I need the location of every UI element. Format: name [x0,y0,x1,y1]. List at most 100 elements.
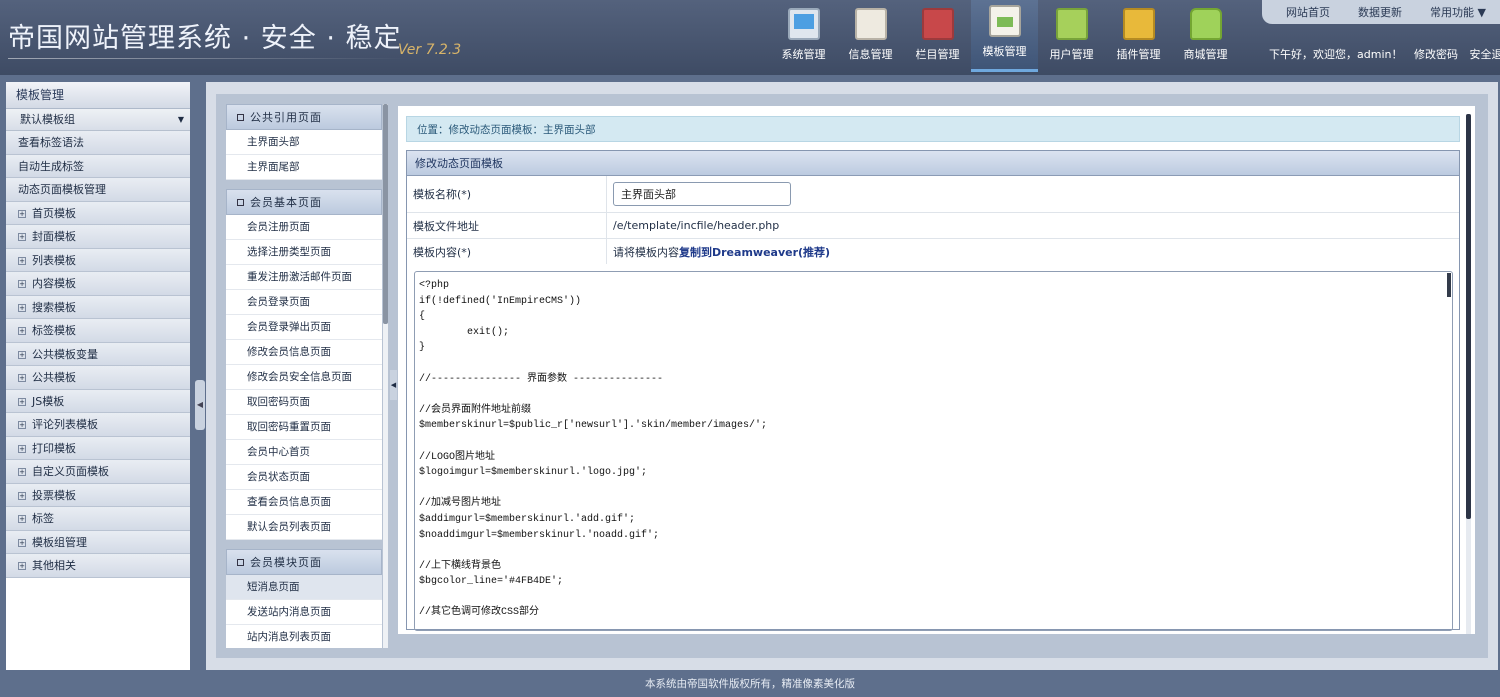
copy-hint-text: 请将模板内容 [613,245,679,259]
sidebar-item-group-manage[interactable]: + 模板组管理 [6,530,190,554]
sidebar-item-print-template[interactable]: + 打印模板 [6,436,190,460]
sidebar-item-content-template[interactable]: + 内容模板 [6,272,190,296]
expand-icon: + [18,374,26,382]
list-item[interactable]: 取回密码页面 [226,390,382,415]
expand-icon: + [18,233,26,241]
sidebar-item-dynamic-page[interactable]: 动态页面模板管理 [6,178,190,202]
sidebar-item-custom-page[interactable]: + 自定义页面模板 [6,460,190,484]
nav-label: 栏目管理 [915,48,960,61]
sidebar-item-label: 评论列表模板 [32,418,98,431]
cabinet-icon [1055,8,1088,40]
data-update-link[interactable]: 数据更新 [1358,4,1402,20]
monitor-icon [787,8,820,40]
page-group-title[interactable]: 会员基本页面 [226,189,382,215]
sidebar-item-search-template[interactable]: + 搜索模板 [6,295,190,319]
book-icon [921,8,954,40]
expand-icon: + [18,562,26,570]
template-group-select[interactable]: 默认模板组 [6,109,190,131]
top-navigation: 系统管理 信息管理 栏目管理 模板管理 用户管理 插件管理 商城管理 [770,0,1239,75]
site-home-link[interactable]: 网站首页 [1286,4,1330,20]
list-item[interactable]: 主界面尾部 [226,155,382,180]
sidebar-item-list-template[interactable]: + 列表模板 [6,248,190,272]
sidebar-item-public-template[interactable]: + 公共模板 [6,366,190,390]
sidebar-title: 模板管理 [6,82,190,109]
template-name-input[interactable] [613,182,791,206]
box-icon [1122,8,1155,40]
list-item[interactable]: 修改会员安全信息页面 [226,365,382,390]
expand-icon: + [18,303,26,312]
nav-template[interactable]: 模板管理 [971,0,1038,72]
expand-icon: + [18,491,26,500]
list-item[interactable]: 取回密码重置页面 [226,415,382,440]
page-group-title[interactable]: 公共引用页面 [226,104,382,130]
sidebar-item-tag-template[interactable]: + 标签模板 [6,319,190,343]
code-scrollbar-thumb[interactable] [1447,273,1451,297]
list-item[interactable]: 主界面头部 [226,130,382,155]
list-item[interactable]: 修改会员信息页面 [226,340,382,365]
page-group: 会员模块页面 短消息页面 发送站内消息页面 站内消息列表页面 [226,549,382,648]
sidebar-item-comment-template[interactable]: + 评论列表模板 [6,413,190,437]
list-item[interactable]: 会员注册页面 [226,215,382,240]
sidebar-item-label: 投票模板 [32,488,76,502]
breadcrumb: 位置：修改动态页面模板：主界面头部 [406,116,1460,142]
nav-plugin[interactable]: 插件管理 [1105,0,1172,72]
sidebar-item-auto-tag[interactable]: 自动生成标签 [6,154,190,178]
list-item[interactable]: 会员状态页面 [226,465,382,490]
list-item[interactable]: 站内消息列表页面 [226,625,382,648]
change-password-link[interactable]: 修改密码 [1414,48,1458,61]
list-item[interactable]: 重发注册激活邮件页面 [226,265,382,290]
sidebar-item-vote-template[interactable]: + 投票模板 [6,483,190,507]
nav-user[interactable]: 用户管理 [1038,0,1105,72]
nav-column[interactable]: 栏目管理 [904,0,971,72]
nav-label: 系统管理 [781,48,826,61]
sidebar-item-index-template[interactable]: + 首页模板 [6,201,190,225]
sidebar-item-others[interactable]: + 其他相关 [6,554,190,578]
form-row-file: 模板文件地址 /e/template/incfile/header.php [407,213,1459,239]
sidebar-item-label: JS模板 [32,394,65,408]
nav-label: 插件管理 [1116,48,1161,61]
nav-label: 商城管理 [1183,48,1228,61]
content-scrollbar-thumb[interactable] [1466,114,1471,519]
logout-link[interactable]: 安全退出 [1469,48,1500,61]
list-item[interactable]: 发送站内消息页面 [226,600,382,625]
collapse-list-handle[interactable]: ◀ [390,370,397,400]
list-item[interactable]: 会员中心首页 [226,440,382,465]
copy-to-dreamweaver-link[interactable]: 复制到Dreamweaver(推荐) [679,244,830,260]
nav-shop[interactable]: 商城管理 [1172,0,1239,72]
content-label: 模板内容(*) [407,239,607,264]
sidebar-item-js-template[interactable]: + JS模板 [6,389,190,413]
list-item[interactable]: 会员登录页面 [226,290,382,315]
sidebar-item-cover-template[interactable]: + 封面模板 [6,225,190,249]
name-value-cell [607,176,1459,212]
nav-label: 用户管理 [1049,48,1094,61]
expand-icon: + [18,444,26,453]
page-group-title[interactable]: 会员模块页面 [226,549,382,575]
logo-divider [8,58,408,59]
nav-label: 信息管理 [848,48,893,61]
collapse-sidebar-handle[interactable]: ◀ [195,380,205,430]
sidebar-item-label: 内容模板 [32,277,76,290]
code-scrollbar-track[interactable] [1447,273,1451,629]
list-item[interactable]: 默认会员列表页面 [226,515,382,540]
list-scrollbar-thumb[interactable] [383,104,388,324]
header-bar: 帝国网站管理系统 · 安全 · 稳定 Ver 7.2.3 系统管理 信息管理 栏… [0,0,1500,75]
list-item[interactable]: 短消息页面 [226,575,382,600]
expand-icon: + [18,350,26,359]
template-code-textarea[interactable]: <?php if(!defined('InEmpireCMS')) { exit… [414,271,1453,631]
nav-info[interactable]: 信息管理 [837,0,904,72]
form-row-content: 模板内容(*) 请将模板内容 复制到Dreamweaver(推荐) [407,239,1459,264]
group-title-label: 会员基本页面 [250,196,322,209]
expand-icon: + [18,397,26,406]
top-links: 网站首页 数据更新 常用功能 ▼ [1262,0,1500,24]
common-functions-dropdown[interactable]: 常用功能 ▼ [1430,4,1486,20]
sidebar-item-tag-syntax[interactable]: 查看标签语法 [6,131,190,155]
sidebar-item-public-vars[interactable]: + 公共模板变量 [6,342,190,366]
sidebar-item-tags[interactable]: + 标签 [6,507,190,531]
list-item[interactable]: 查看会员信息页面 [226,490,382,515]
sidebar-item-label: 标签 [32,512,54,525]
expand-icon: + [18,468,26,476]
list-item[interactable]: 会员登录弹出页面 [226,315,382,340]
sidebar-item-label: 公共模板变量 [32,347,98,361]
list-item[interactable]: 选择注册类型页面 [226,240,382,265]
nav-system[interactable]: 系统管理 [770,0,837,72]
